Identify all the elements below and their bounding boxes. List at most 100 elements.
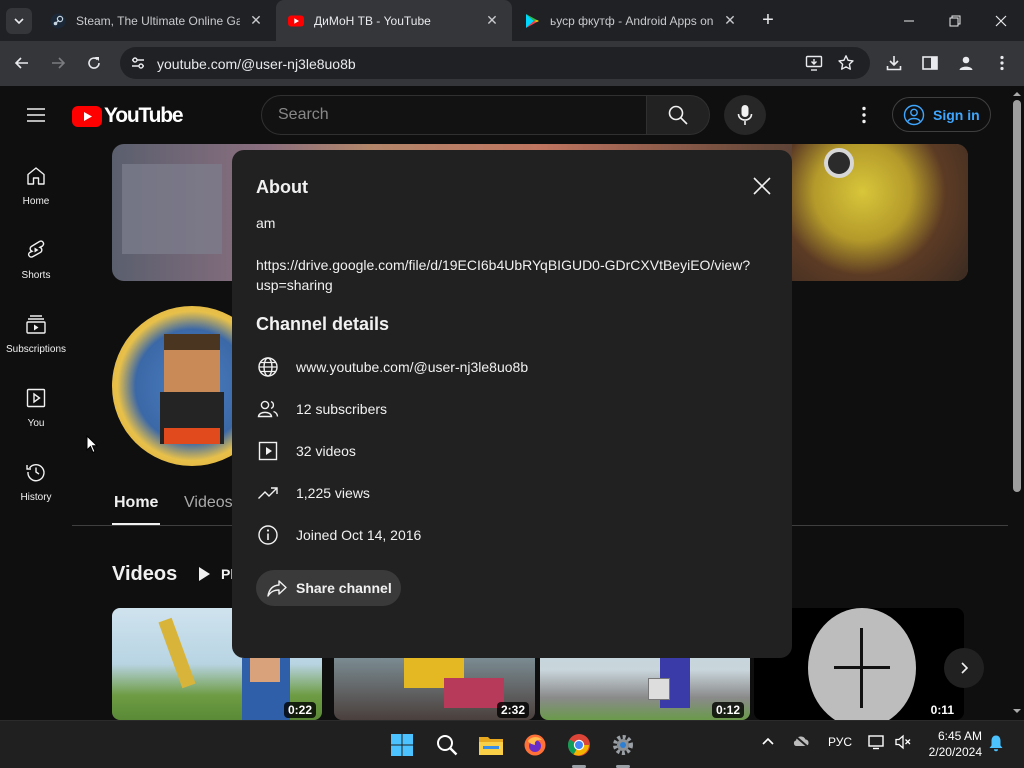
channel-url[interactable]: www.youtube.com/@user-nj3le8uo8b: [296, 359, 528, 375]
firefox-icon: [524, 734, 546, 756]
download-icon: [886, 56, 902, 71]
clock-date: 2/20/2024: [928, 745, 982, 759]
shorts-icon: [27, 240, 45, 258]
notifications-button[interactable]: [988, 734, 1004, 755]
account-circle-icon: [903, 104, 925, 125]
view-count: 1,225 views: [296, 485, 370, 501]
guide-item-home[interactable]: Home: [0, 154, 72, 224]
site-settings-icon[interactable]: [130, 55, 146, 71]
chevron-up-icon: [762, 737, 774, 745]
globe-icon: [258, 357, 278, 377]
forward-button[interactable]: [44, 49, 72, 77]
browser-tab-strip: Steam, The Ultimate Online Gar ✕ ДиМоН Т…: [0, 0, 1024, 41]
taskbar-search-button[interactable]: [431, 729, 463, 761]
back-button[interactable]: [8, 49, 36, 77]
share-channel-label: Share channel: [296, 580, 392, 596]
channel-tab-videos[interactable]: Videos: [184, 494, 233, 512]
close-dialog-button[interactable]: [750, 174, 774, 198]
channel-url-row: www.youtube.com/@user-nj3le8uo8b: [256, 355, 528, 379]
system-clock[interactable]: 6:45 AM 2/20/2024: [924, 728, 982, 760]
more-vertical-icon: [862, 106, 866, 124]
speaker-muted-icon: [895, 734, 911, 750]
firefox-button[interactable]: [519, 729, 551, 761]
guide-item-subscriptions[interactable]: Subscriptions: [0, 302, 72, 372]
address-bar[interactable]: youtube.com/@user-nj3le8uo8b: [120, 47, 870, 79]
description-link[interactable]: https://drive.google.com/file/d/19ECI6b4…: [256, 255, 756, 295]
show-hidden-icons-button[interactable]: [762, 735, 774, 749]
settings-app-button[interactable]: [607, 729, 639, 761]
minimize-icon: [904, 20, 914, 21]
video-count: 32 videos: [296, 443, 356, 459]
browser-tab-youtube[interactable]: ДиМоН ТВ - YouTube ✕: [276, 0, 512, 41]
chevron-right-icon: [961, 662, 969, 674]
play-all-button[interactable]: Pl: [197, 566, 234, 582]
channel-description: am: [256, 215, 276, 231]
restore-button[interactable]: [932, 0, 978, 41]
joined-row: Joined Oct 14, 2016: [256, 523, 421, 547]
videos-shelf-title[interactable]: Videos: [112, 563, 177, 586]
network-button[interactable]: [792, 734, 810, 751]
guide-label: You: [27, 418, 45, 429]
guide-item-shorts[interactable]: Shorts: [0, 228, 72, 298]
voice-search-button[interactable]: [724, 95, 766, 135]
guide-item-history[interactable]: History: [0, 450, 72, 520]
search-icon: [437, 735, 458, 756]
search-button[interactable]: [646, 95, 710, 135]
video-duration: 0:12: [711, 702, 744, 718]
info-icon: [258, 525, 278, 545]
tab-title: Steam, The Ultimate Online Gar: [76, 13, 240, 28]
video-duration: 2:32: [496, 702, 529, 718]
reload-button[interactable]: [80, 49, 108, 77]
subscriber-count: 12 subscribers: [296, 401, 388, 417]
channel-tab-home[interactable]: Home: [114, 494, 158, 512]
guide-label: Home: [22, 196, 50, 207]
sign-in-button[interactable]: Sign in: [892, 97, 991, 132]
input-language[interactable]: РУС: [828, 735, 852, 749]
new-tab-button[interactable]: +: [756, 8, 780, 32]
profile-button[interactable]: [952, 49, 980, 77]
video-icon: [258, 441, 278, 461]
search-input[interactable]: [278, 96, 638, 134]
profile-icon: [959, 56, 973, 70]
browser-toolbar: youtube.com/@user-nj3le8uo8b: [0, 41, 1024, 86]
start-button[interactable]: [386, 729, 418, 761]
subscribers-row: 12 subscribers: [256, 397, 387, 421]
youtube-logo[interactable]: YouTube: [72, 104, 184, 128]
shelf-next-button[interactable]: [944, 648, 984, 688]
browser-tab-steam[interactable]: Steam, The Ultimate Online Gar ✕: [38, 0, 276, 41]
home-icon: [27, 167, 45, 185]
tab-close-icon[interactable]: ✕: [722, 12, 738, 29]
downloads-button[interactable]: [880, 49, 908, 77]
tab-search-dropdown[interactable]: [6, 8, 32, 34]
search-box: [261, 95, 647, 135]
minimize-button[interactable]: [886, 0, 932, 41]
tab-close-icon[interactable]: ✕: [248, 12, 264, 29]
browser-tab-google-play[interactable]: ьуср фкутф - Android Apps on ✕: [512, 0, 750, 41]
bell-icon: [989, 735, 1003, 752]
share-channel-button[interactable]: Share channel: [256, 570, 401, 606]
guide-menu-button[interactable]: [24, 103, 48, 127]
joined-date: Joined Oct 14, 2016: [296, 527, 422, 543]
video-duration: 0:11: [926, 702, 958, 718]
clock-time: 6:45 AM: [937, 729, 982, 743]
side-panel-button[interactable]: [916, 49, 944, 77]
youtube-masthead: YouTube Sign in: [0, 86, 1010, 144]
settings-menu-button[interactable]: [852, 103, 876, 127]
tab-close-icon[interactable]: ✕: [484, 12, 500, 29]
chrome-button[interactable]: [563, 729, 595, 761]
youtube-icon: [288, 15, 304, 26]
scroll-up-icon[interactable]: [1012, 91, 1022, 97]
scroll-down-icon[interactable]: [1012, 708, 1022, 714]
volume-button[interactable]: [894, 734, 912, 753]
browser-menu-button[interactable]: [988, 49, 1016, 77]
bookmark-button[interactable]: [832, 49, 860, 77]
guide-label: History: [20, 492, 52, 503]
install-app-button[interactable]: [800, 49, 828, 77]
windows-taskbar: РУС 6:45 AM 2/20/2024: [0, 720, 1024, 768]
guide-item-you[interactable]: You: [0, 376, 72, 446]
file-explorer-button[interactable]: [475, 729, 507, 761]
page-scrollbar-thumb[interactable]: [1013, 100, 1021, 492]
display-button[interactable]: [868, 734, 886, 753]
youtube-logo-text: YouTube: [104, 104, 184, 127]
close-window-button[interactable]: [978, 0, 1024, 41]
